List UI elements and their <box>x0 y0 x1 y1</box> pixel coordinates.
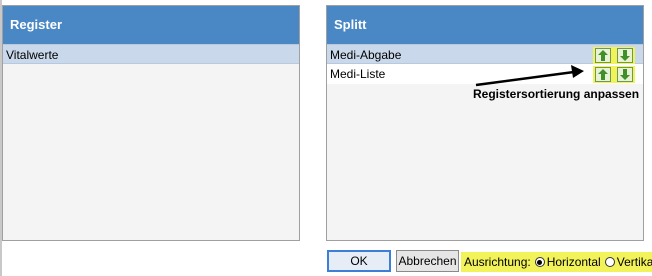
radio-vertikal[interactable] <box>604 257 615 267</box>
radio-vertikal-label[interactable]: Vertikal <box>617 255 652 269</box>
cancel-button[interactable]: Abbrechen <box>396 250 459 272</box>
radio-selected-dot <box>537 259 543 265</box>
annotation-text: Registersortierung anpassen <box>473 87 640 101</box>
sort-buttons-group <box>593 66 635 83</box>
orientation-label: Ausrichtung: <box>464 255 531 269</box>
sort-buttons-group <box>593 47 635 64</box>
radio-horizontal[interactable] <box>534 257 545 267</box>
orientation-group: Ausrichtung: Horizontal Vertikal <box>461 252 652 272</box>
arrow-down-icon[interactable] <box>617 48 633 63</box>
list-item-label: Medi-Liste <box>330 67 386 81</box>
register-panel-header: Register <box>3 6 299 44</box>
radio-horizontal-label[interactable]: Horizontal <box>547 255 601 269</box>
ok-button[interactable]: OK <box>327 250 391 272</box>
splitt-panel: Splitt Medi-Abgabe Medi-Liste <box>326 5 644 241</box>
list-item-medi-abgabe[interactable]: Medi-Abgabe <box>327 44 643 64</box>
list-item-vitalwerte[interactable]: Vitalwerte <box>3 44 299 64</box>
arrow-down-icon[interactable] <box>617 67 633 82</box>
list-item-label: Vitalwerte <box>6 48 59 62</box>
register-panel: Register Vitalwerte <box>2 5 300 241</box>
list-item-label: Medi-Abgabe <box>330 48 402 62</box>
splitt-panel-header: Splitt <box>327 6 643 44</box>
arrow-up-icon[interactable] <box>595 48 611 63</box>
arrow-up-icon[interactable] <box>595 67 611 82</box>
